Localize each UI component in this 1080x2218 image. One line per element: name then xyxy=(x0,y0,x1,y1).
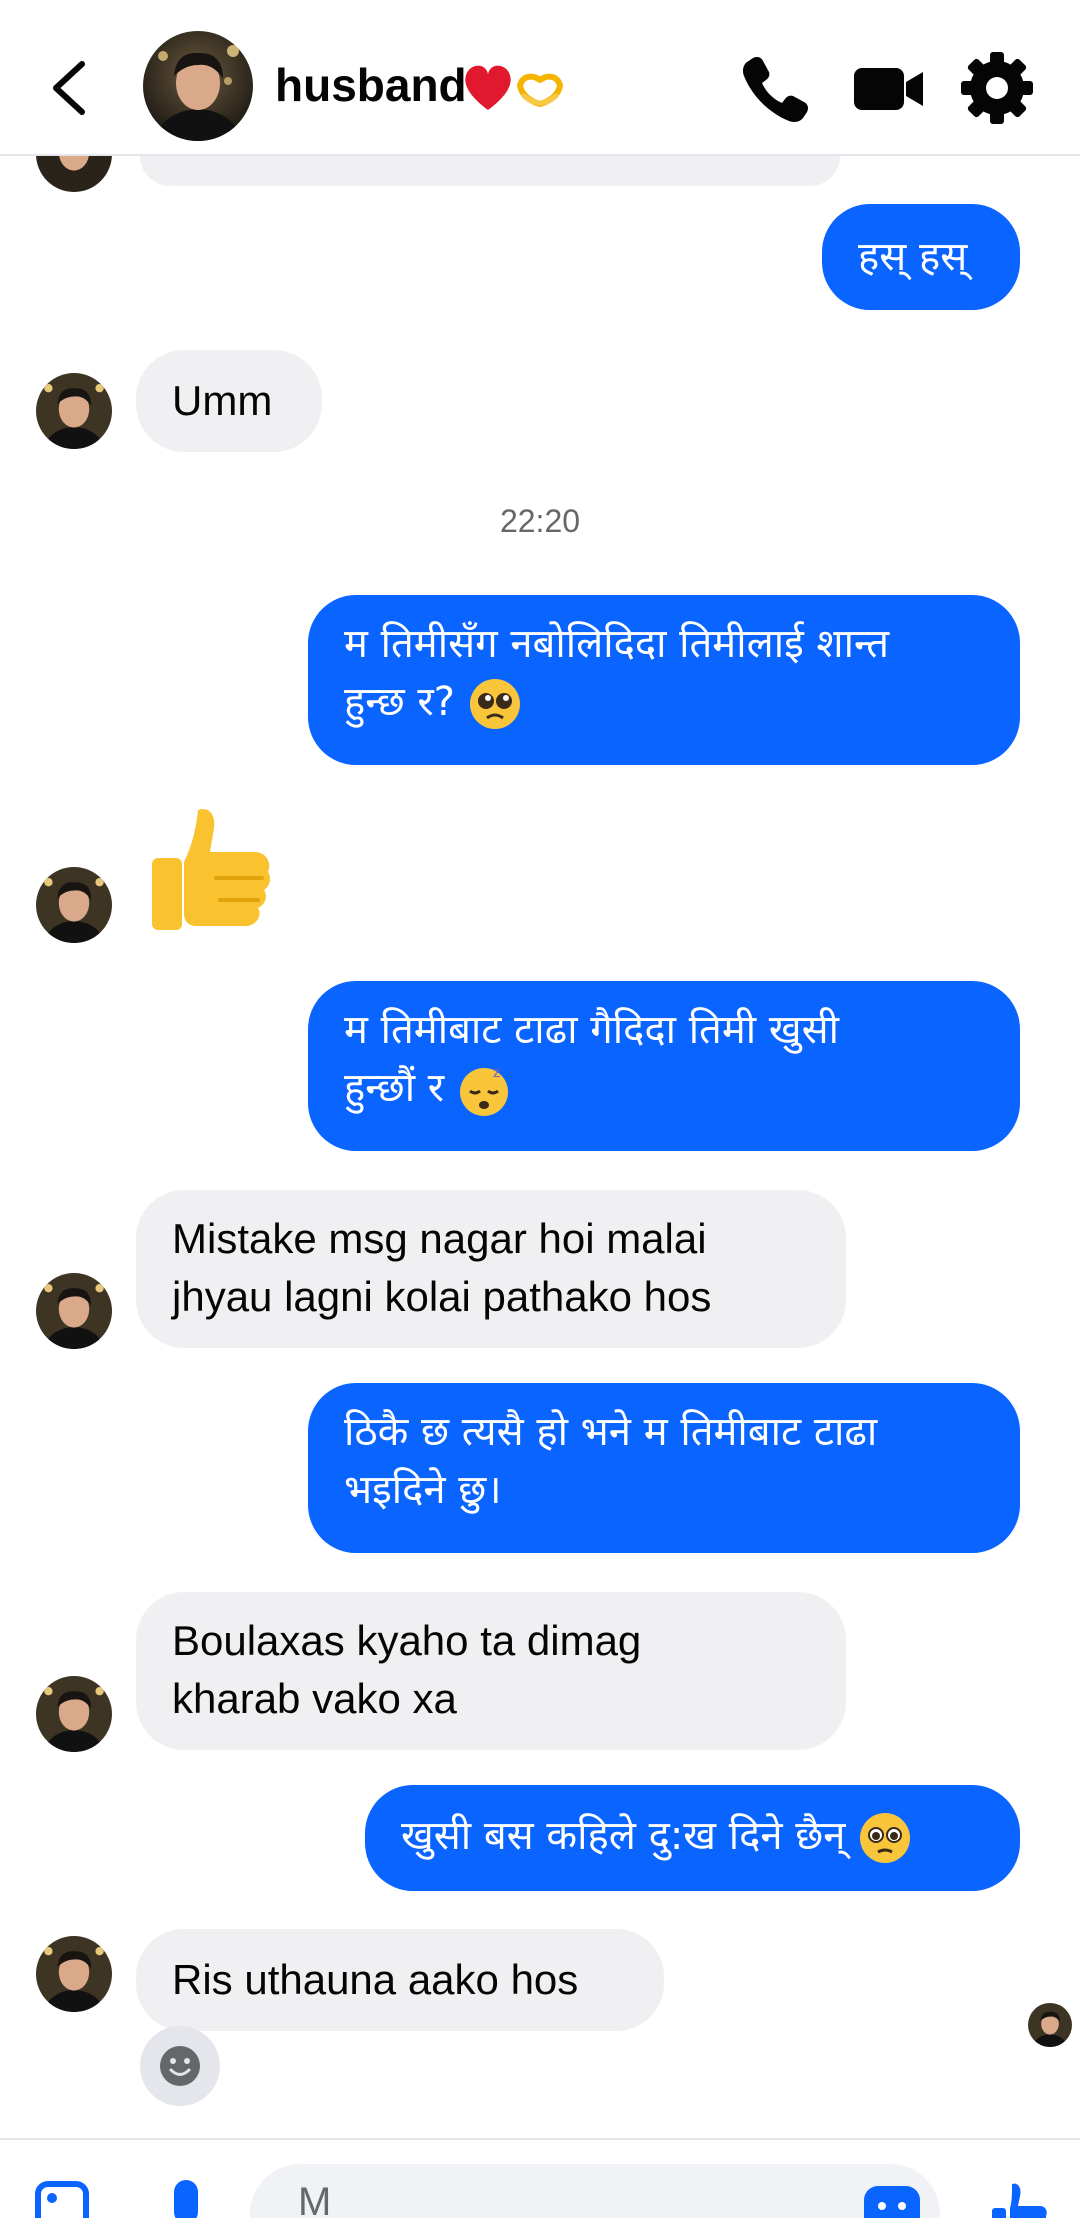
message-text-line: भइदिने छु। xyxy=(344,1467,502,1513)
heart-icon xyxy=(465,65,511,110)
outgoing-message[interactable]: हस् हस् xyxy=(822,204,1020,310)
settings-button[interactable] xyxy=(957,48,1037,128)
thumbs-up-reaction[interactable] xyxy=(146,802,276,949)
message-text-line: jhyau lagni kolai pathako hos xyxy=(172,1273,712,1320)
sender-avatar xyxy=(36,373,112,449)
add-reaction-button[interactable] xyxy=(140,2026,220,2106)
video-call-button[interactable] xyxy=(848,48,928,128)
video-camera-icon xyxy=(854,68,923,110)
title-emoji xyxy=(460,60,580,121)
message-timestamp: 22:20 xyxy=(499,503,581,539)
message-text-line: म तिमीबाट टाढा गैदिदा तिमी खुसी xyxy=(344,1007,839,1053)
sleepy-face-icon: z xyxy=(459,1065,508,1116)
chat-header: husband xyxy=(0,0,1080,156)
outgoing-message[interactable]: खुसी बस कहिले दु:ख दिने छैन् xyxy=(365,1785,1020,1891)
chevron-left-icon xyxy=(53,61,85,115)
smiley-icon xyxy=(160,2046,200,2086)
incoming-message[interactable]: Boulaxas kyaho ta dimag kharab vako xa xyxy=(136,1592,846,1750)
holding-back-tears-icon xyxy=(860,1813,911,1863)
incoming-message[interactable]: Umm xyxy=(136,350,322,452)
thumbs-up-icon xyxy=(992,2183,1047,2218)
gallery-button[interactable] xyxy=(34,2180,90,2218)
incoming-message[interactable]: Ris uthauna aako hos xyxy=(136,1929,664,2031)
message-list[interactable]: हस् हस् Umm 22:20 म तिमीसँग नबोलिदिदा ति… xyxy=(0,116,1080,2136)
sticker-icon xyxy=(864,2186,920,2218)
back-button[interactable] xyxy=(40,48,100,128)
svg-text:z: z xyxy=(493,1065,500,1081)
sender-avatar xyxy=(36,1936,112,2012)
contact-name[interactable]: husband xyxy=(275,58,467,112)
message-text: Ris uthauna aako hos xyxy=(172,1956,579,2003)
message-text-line: हुन्छौं र xyxy=(344,1065,445,1111)
image-icon xyxy=(35,2181,89,2218)
heart-hands-icon xyxy=(517,73,563,107)
sender-avatar xyxy=(36,1676,112,1752)
pleading-face-icon xyxy=(469,679,520,729)
message-text-line: Mistake msg nagar hoi malai xyxy=(172,1215,707,1262)
phone-icon xyxy=(743,57,808,122)
message-text-line: म तिमीसँग नबोलिदिदा तिमीलाई शान्त xyxy=(344,621,890,667)
avatar-image xyxy=(143,31,253,141)
voice-call-button[interactable] xyxy=(735,48,815,128)
message-text: खुसी बस कहिले दु:ख दिने छैन् xyxy=(401,1813,846,1859)
message-text: Umm xyxy=(172,377,273,424)
incoming-message[interactable]: Mistake msg nagar hoi malai jhyau lagni … xyxy=(136,1190,846,1348)
outgoing-message[interactable]: म तिमीबाट टाढा गैदिदा तिमी खुसी हुन्छौं … xyxy=(308,981,1020,1151)
sender-avatar xyxy=(36,1273,112,1349)
message-text-line: हुन्छ र? xyxy=(344,679,456,725)
like-button[interactable] xyxy=(988,2180,1048,2218)
message-input-text: M xyxy=(298,2180,332,2218)
emoji-button[interactable] xyxy=(862,2184,922,2218)
voice-message-button[interactable] xyxy=(164,2178,208,2218)
thumbs-up-icon xyxy=(152,808,271,930)
seen-receipt-avatar xyxy=(1028,2003,1072,2047)
outgoing-message[interactable]: ठिकै छ त्यसै हो भने म तिमीबाट टाढा भइदिन… xyxy=(308,1383,1020,1553)
message-text-line: ठिकै छ त्यसै हो भने म तिमीबाट टाढा xyxy=(344,1409,878,1455)
message-text-line: kharab vako xa xyxy=(172,1675,457,1722)
message-composer: M xyxy=(0,2138,1080,2218)
outgoing-message[interactable]: म तिमीसँग नबोलिदिदा तिमीलाई शान्त हुन्छ … xyxy=(308,595,1020,765)
message-input[interactable]: M xyxy=(250,2164,940,2218)
message-text: हस् हस् xyxy=(858,234,968,280)
message-text-line: Boulaxas kyaho ta dimag xyxy=(172,1617,642,1664)
contact-avatar[interactable] xyxy=(143,31,253,141)
microphone-icon xyxy=(174,2180,198,2218)
sender-avatar xyxy=(36,867,112,943)
gear-icon xyxy=(961,52,1033,124)
